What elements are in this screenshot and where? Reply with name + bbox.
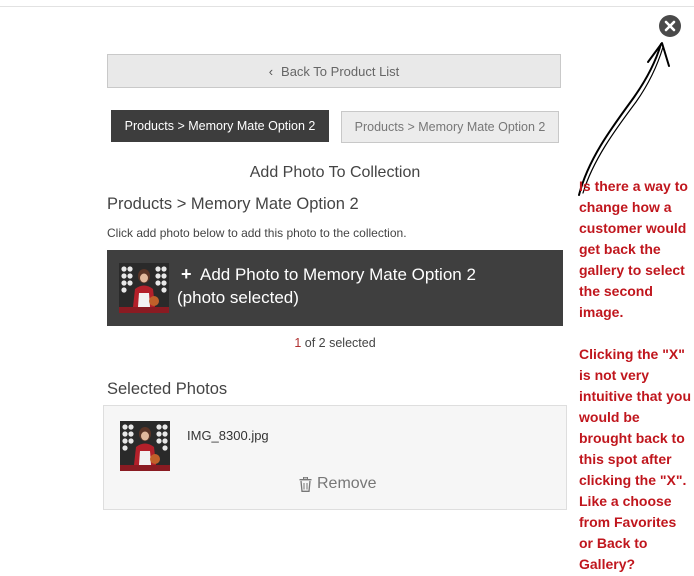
breadcrumb-active-button[interactable]: Products > Memory Mate Option 2 [111, 110, 329, 142]
product-subtitle: Products > Memory Mate Option 2 [107, 195, 359, 213]
selected-photos-title: Selected Photos [107, 380, 228, 398]
section-title: Add Photo To Collection [249, 164, 421, 181]
selection-count: 1 of 2 selected [107, 336, 563, 350]
add-photo-label: Add Photo to Memory Mate Option 2 [200, 265, 476, 284]
close-icon[interactable] [659, 15, 681, 37]
trash-icon [299, 476, 312, 492]
chevron-left-icon: ‹ [268, 63, 274, 79]
plus-icon: + [181, 264, 192, 284]
selected-photo-item: IMG_8300.jpg Remove [103, 405, 567, 510]
add-photo-button[interactable]: + Add Photo to Memory Mate Option 2 (pho… [107, 250, 563, 326]
remove-label: Remove [317, 475, 377, 492]
photo-thumbnail [119, 263, 169, 313]
breadcrumb-inactive-button[interactable]: Products > Memory Mate Option 2 [341, 111, 559, 143]
add-photo-status: (photo selected) [177, 288, 299, 307]
back-to-product-list-button[interactable]: ‹ Back To Product List [107, 54, 561, 88]
annotation-paragraph-1: Is there a way to change how a customer … [579, 178, 688, 320]
remove-button[interactable]: Remove [299, 475, 377, 493]
annotation-paragraph-2: Clicking the "X" is not very intuitive t… [579, 346, 691, 572]
annotation-note: Is there a way to change how a customer … [579, 176, 693, 575]
selection-count-text: of 2 selected [301, 336, 376, 350]
instruction-text: Click add photo below to add this photo … [107, 226, 407, 240]
selected-photo-thumbnail [120, 421, 170, 471]
top-divider [0, 6, 694, 7]
back-button-label: Back To Product List [281, 63, 400, 79]
photo-filename: IMG_8300.jpg [187, 428, 269, 443]
